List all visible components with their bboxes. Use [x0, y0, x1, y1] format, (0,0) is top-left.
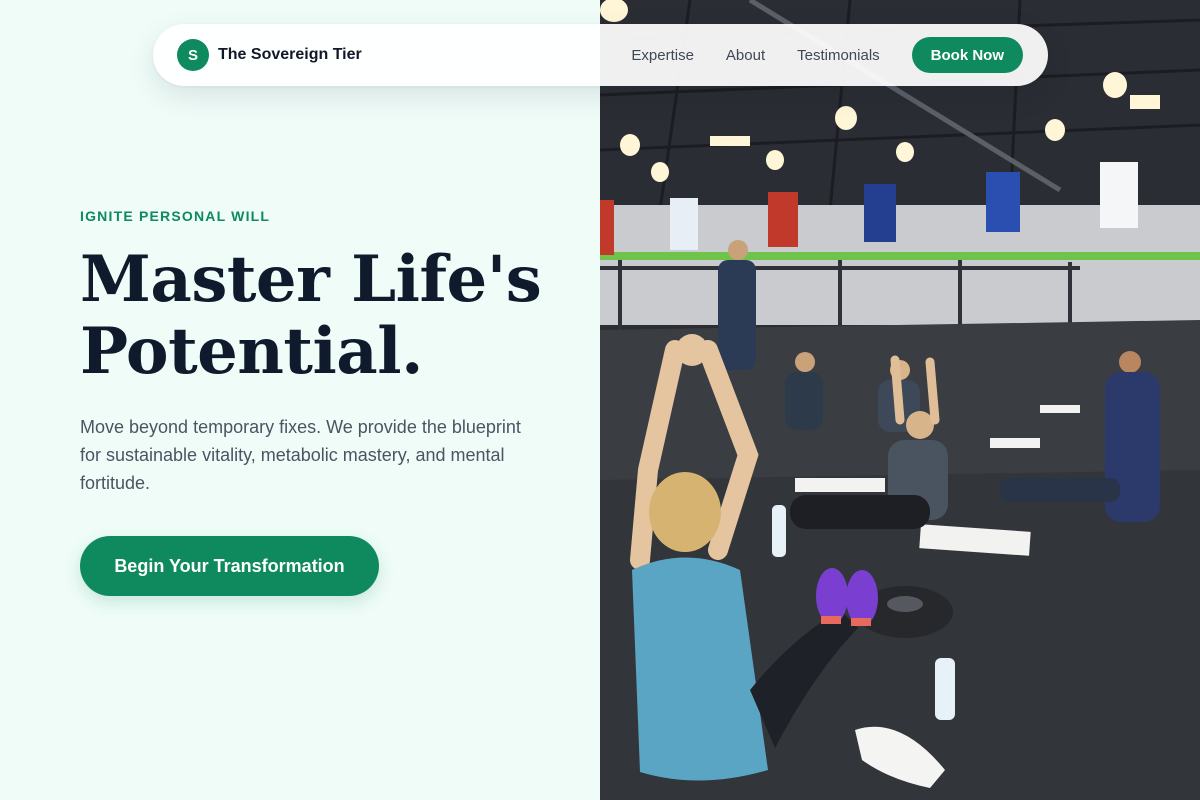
hero-eyebrow: IGNITE PERSONAL WILL: [80, 208, 271, 224]
hero-subtext: Move beyond temporary fixes. We provide …: [80, 417, 521, 493]
headline-line-1: Master Life's: [80, 242, 542, 317]
brand-logo-link[interactable]: S The Sovereign Tier: [177, 39, 362, 71]
nav-link-expertise[interactable]: Expertise: [631, 47, 694, 64]
hero-image: [600, 0, 1200, 800]
hero-headline: Master Life's Potential.: [80, 244, 580, 388]
nav-links: Expertise About Testimonials Book Now: [631, 37, 1023, 73]
headline-line-2: Potential.: [80, 314, 423, 389]
brand-name: The Sovereign Tier: [218, 46, 362, 63]
nav-link-testimonials[interactable]: Testimonials: [797, 47, 880, 64]
nav-link-about[interactable]: About: [726, 47, 765, 64]
brand-mark: S: [177, 39, 209, 71]
book-now-button[interactable]: Book Now: [911, 37, 1023, 73]
top-navbar: S The Sovereign Tier Expertise About Tes…: [153, 24, 1048, 86]
begin-transformation-button[interactable]: Begin Your Transformation: [80, 536, 379, 596]
